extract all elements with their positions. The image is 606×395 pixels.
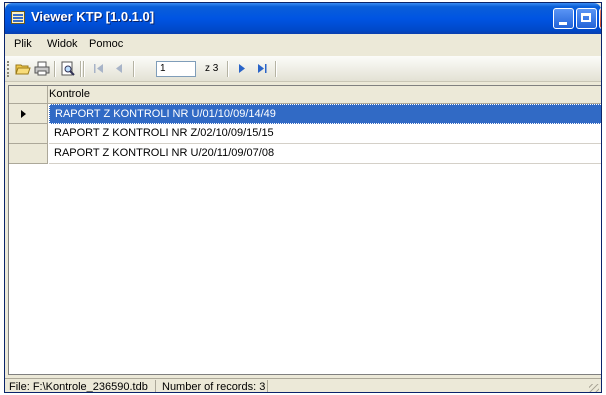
table-row[interactable]: RAPORT Z KONTROLI NR Z/02/10/09/15/15	[9, 124, 601, 144]
menu-widok[interactable]: Widok	[47, 38, 78, 50]
status-divider	[267, 380, 268, 392]
window-title: Viewer KTP [1.0.1.0]	[31, 9, 155, 24]
status-divider	[155, 380, 156, 392]
toolbar: 1 z 3	[5, 56, 601, 82]
table-cell[interactable]: RAPORT Z KONTROLI NR U/01/10/09/14/49	[49, 104, 601, 124]
resize-grip-icon[interactable]	[589, 384, 599, 392]
next-record-icon[interactable]	[234, 61, 250, 76]
status-bar: File: F:\Kontrole_236590.tdb Number of r…	[5, 378, 601, 393]
toolbar-separator	[83, 61, 85, 77]
previous-record-icon[interactable]	[111, 61, 127, 76]
grid-corner-cell	[9, 86, 48, 103]
record-total-label: z 3	[205, 63, 219, 74]
table-cell[interactable]: RAPORT Z KONTROLI NR U/20/11/09/07/08	[49, 144, 601, 164]
grid-header: Kontrole	[9, 86, 601, 104]
table-row[interactable]: RAPORT Z KONTROLI NR U/01/10/09/14/49	[9, 104, 601, 124]
record-position-input[interactable]: 1	[156, 61, 196, 77]
menu-plik[interactable]: Plik	[14, 38, 32, 50]
toolbar-separator	[227, 61, 229, 77]
row-header[interactable]	[9, 104, 48, 124]
toolbar-separator	[80, 61, 82, 77]
title-bar[interactable]: Viewer KTP [1.0.1.0] ✕	[5, 3, 601, 34]
close-button[interactable]: ✕	[599, 8, 601, 29]
print-preview-icon[interactable]	[60, 61, 76, 76]
records-grid: Kontrole RAPORT Z KONTROLI NR U/01/10/09…	[8, 85, 601, 375]
current-row-arrow-icon	[21, 110, 26, 118]
status-record-count: Number of records: 3	[162, 381, 266, 393]
toolbar-separator	[133, 61, 135, 77]
close-icon: ✕	[600, 9, 601, 28]
maximize-button[interactable]	[576, 8, 597, 29]
print-icon[interactable]	[34, 61, 50, 76]
status-file-path: File: F:\Kontrole_236590.tdb	[9, 381, 148, 393]
toolbar-separator	[275, 61, 277, 77]
table-cell[interactable]: RAPORT Z KONTROLI NR Z/02/10/09/15/15	[49, 124, 601, 144]
column-header-kontrole[interactable]: Kontrole	[49, 88, 90, 100]
first-record-icon[interactable]	[91, 61, 107, 76]
toolbar-grip-icon[interactable]	[7, 61, 12, 77]
table-row[interactable]: RAPORT Z KONTROLI NR U/20/11/09/07/08	[9, 144, 601, 164]
row-header[interactable]	[9, 124, 48, 144]
menu-bar: Plik Widok Pomoc	[5, 34, 601, 54]
app-window: Viewer KTP [1.0.1.0] ✕ Plik Widok Pomoc …	[4, 2, 602, 393]
minimize-button[interactable]	[553, 8, 574, 29]
toolbar-separator	[54, 61, 56, 77]
last-record-icon[interactable]	[254, 61, 270, 76]
menu-pomoc[interactable]: Pomoc	[89, 38, 123, 50]
open-folder-icon[interactable]	[15, 61, 31, 76]
app-icon	[11, 11, 25, 24]
row-header[interactable]	[9, 144, 48, 164]
